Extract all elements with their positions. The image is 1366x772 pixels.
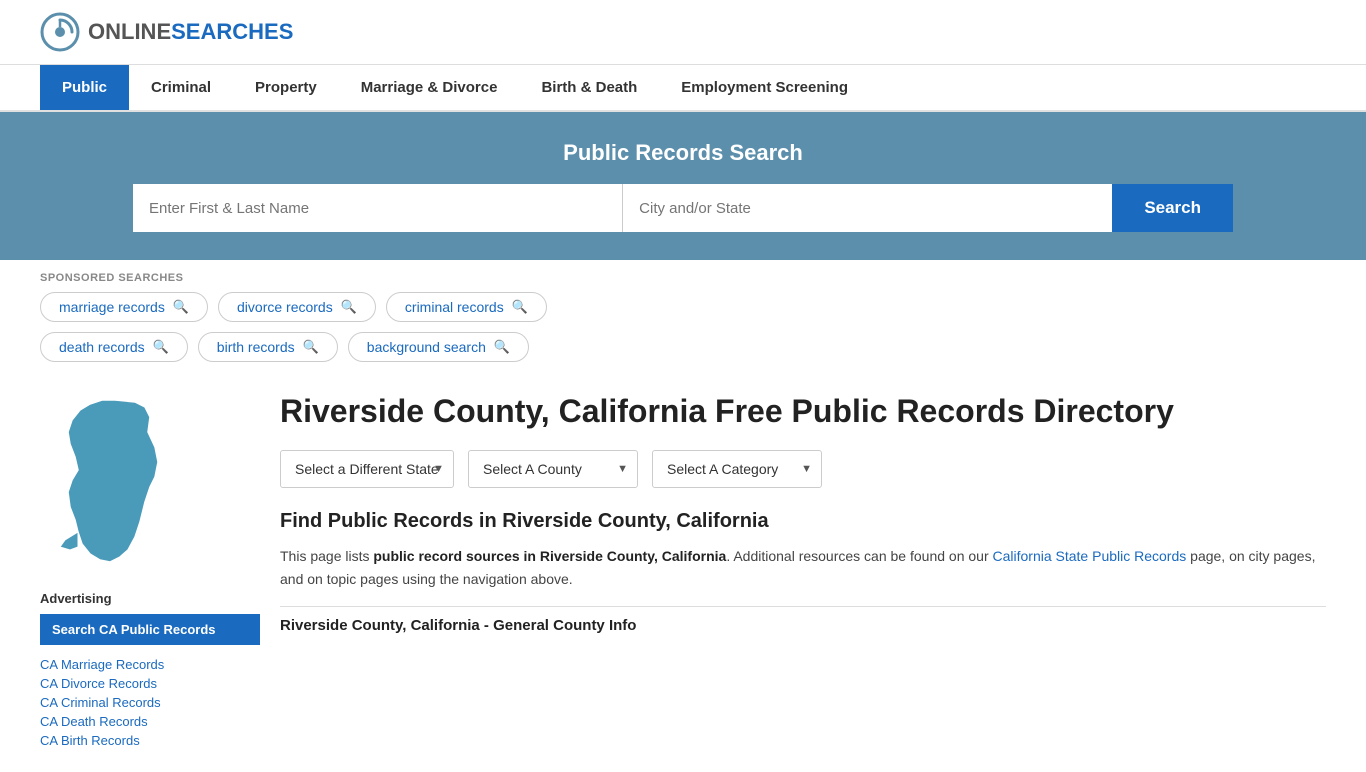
state-dropdown-wrapper: Select a Different State [280,450,454,488]
tag-background-search[interactable]: background search 🔍 [348,332,529,362]
search-button[interactable]: Search [1112,184,1233,232]
california-map [40,392,170,575]
ca-state-link[interactable]: California State Public Records [993,548,1187,564]
body-text-1: This page lists [280,548,373,564]
body-text-2: . Additional resources can be found on o… [726,548,992,564]
county-dropdown[interactable]: Select A County [468,450,638,488]
tag-birth-records[interactable]: birth records 🔍 [198,332,338,362]
sidebar-ad-box[interactable]: Search CA Public Records [40,614,260,645]
nav-item-property[interactable]: Property [233,65,339,110]
sponsored-label: SPONSORED SEARCHES [40,272,1326,284]
tag-marriage-records[interactable]: marriage records 🔍 [40,292,208,322]
sponsored-row-2: death records 🔍 birth records 🔍 backgrou… [40,332,1326,362]
search-icon-5: 🔍 [303,339,319,355]
logo-icon [40,12,80,52]
name-input[interactable] [133,184,623,232]
tag-label: marriage records [59,299,165,315]
category-dropdown[interactable]: Select A Category [652,450,822,488]
sponsored-row-1: marriage records 🔍 divorce records 🔍 cri… [40,292,1326,322]
page-title: Riverside County, California Free Public… [280,392,1326,430]
sidebar-link-divorce[interactable]: CA Divorce Records [40,676,260,691]
section-divider [280,606,1326,607]
banner-title: Public Records Search [40,140,1326,166]
search-icon-6: 🔍 [494,339,510,355]
logo-text: ONLINESEARCHES [88,19,293,45]
tag-criminal-records[interactable]: criminal records 🔍 [386,292,547,322]
search-icon-1: 🔍 [173,299,189,315]
dropdowns-row: Select a Different State Select A County… [280,450,1326,488]
general-info-heading: Riverside County, California - General C… [280,617,1326,634]
logo[interactable]: ONLINESEARCHES [40,12,293,52]
tag-label: divorce records [237,299,333,315]
main-nav: Public Criminal Property Marriage & Divo… [0,65,1366,112]
sidebar-link-birth[interactable]: CA Birth Records [40,733,260,748]
tag-label: birth records [217,339,295,355]
nav-item-criminal[interactable]: Criminal [129,65,233,110]
sidebar-link-criminal[interactable]: CA Criminal Records [40,695,260,710]
nav-item-public[interactable]: Public [40,65,129,110]
sponsored-section: SPONSORED SEARCHES marriage records 🔍 di… [0,260,1366,362]
site-header: ONLINESEARCHES [0,0,1366,65]
ca-map-svg [40,392,170,572]
category-dropdown-wrapper: Select A Category [652,450,822,488]
nav-item-employment[interactable]: Employment Screening [659,65,870,110]
main-content: Riverside County, California Free Public… [280,392,1326,752]
state-dropdown[interactable]: Select a Different State [280,450,454,488]
sidebar-advertising-label: Advertising [40,591,260,606]
tag-death-records[interactable]: death records 🔍 [40,332,188,362]
body-bold-1: public record sources in Riverside Count… [373,548,726,564]
nav-item-marriage-divorce[interactable]: Marriage & Divorce [339,65,520,110]
search-icon-4: 🔍 [153,339,169,355]
tag-label: death records [59,339,145,355]
search-banner: Public Records Search Search [0,112,1366,260]
search-icon-2: 🔍 [341,299,357,315]
sidebar-link-death[interactable]: CA Death Records [40,714,260,729]
county-dropdown-wrapper: Select A County [468,450,638,488]
tag-label: criminal records [405,299,504,315]
tag-label: background search [367,339,486,355]
sidebar-link-marriage[interactable]: CA Marriage Records [40,657,260,672]
below-banner: SPONSORED SEARCHES marriage records 🔍 di… [0,260,1366,772]
tag-divorce-records[interactable]: divorce records 🔍 [218,292,376,322]
content-wrapper: Advertising Search CA Public Records CA … [0,372,1366,772]
search-icon-3: 🔍 [512,299,528,315]
sidebar: Advertising Search CA Public Records CA … [40,392,260,752]
location-input[interactable] [623,184,1112,232]
search-form: Search [133,184,1233,232]
nav-item-birth-death[interactable]: Birth & Death [519,65,659,110]
intro-paragraph: This page lists public record sources in… [280,545,1326,590]
find-records-heading: Find Public Records in Riverside County,… [280,510,1326,533]
